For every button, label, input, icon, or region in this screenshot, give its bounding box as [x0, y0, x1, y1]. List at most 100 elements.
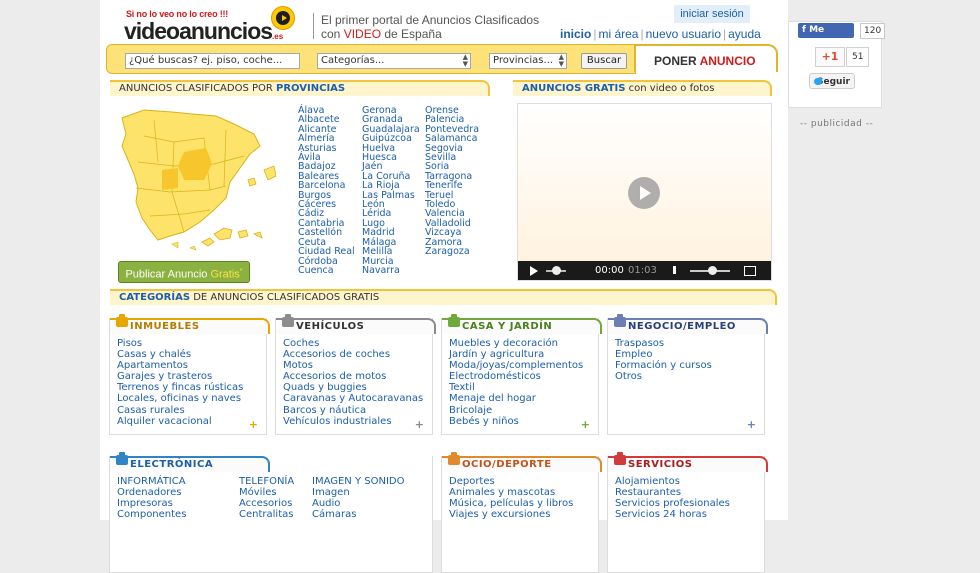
- category-link[interactable]: Textil: [449, 382, 475, 393]
- province-link[interactable]: Cuenca: [298, 265, 334, 276]
- nav-ayuda[interactable]: ayuda: [728, 27, 761, 41]
- category-link[interactable]: Empleo: [615, 349, 652, 360]
- category-link[interactable]: IMAGEN Y SONIDO: [312, 476, 404, 487]
- site-logo[interactable]: videoanuncios.es: [124, 18, 283, 45]
- category-link[interactable]: Garajes y trasteros: [117, 371, 212, 382]
- seek-knob[interactable]: [552, 266, 561, 275]
- facebook-like-count: 120: [860, 23, 886, 39]
- category-link[interactable]: Viajes y excursiones: [449, 509, 550, 520]
- category-link[interactable]: Música, películas y libros: [449, 498, 573, 509]
- category-link[interactable]: Quads y buggies: [283, 382, 367, 393]
- category-link[interactable]: Cámaras: [312, 509, 356, 520]
- category-link[interactable]: Deportes: [449, 476, 495, 487]
- category-title[interactable]: INMUEBLES: [110, 318, 270, 334]
- category-link[interactable]: Imagen: [312, 487, 350, 498]
- province-link[interactable]: Zaragoza: [425, 246, 470, 257]
- category-link[interactable]: Centralitas: [239, 509, 293, 520]
- category-link[interactable]: Impresoras: [117, 498, 173, 509]
- categories-title: CATEGORÍAS DE ANUNCIOS CLASIFICADOS GRAT…: [110, 289, 777, 305]
- search-input[interactable]: ¿Qué buscas? ej. piso, coche...: [125, 53, 300, 69]
- category-link[interactable]: TELEFONÍA: [239, 476, 294, 487]
- category-link[interactable]: Ordenadores: [117, 487, 182, 498]
- play-button-icon[interactable]: [530, 266, 538, 276]
- category-link[interactable]: Animales y mascotas: [449, 487, 555, 498]
- ipod-icon: [116, 452, 128, 465]
- category-link[interactable]: Componentes: [117, 509, 186, 520]
- volume-icon[interactable]: [673, 266, 684, 274]
- category-link[interactable]: Formación y cursos: [615, 360, 712, 371]
- category-select[interactable]: Categorías... ▲ ▼: [317, 53, 471, 69]
- video-player[interactable]: 00:00 01:03: [517, 103, 772, 281]
- category-link[interactable]: Servicios profesionales: [615, 498, 730, 509]
- category-links: Traspasos Empleo Formación y cursos Otros: [615, 338, 712, 382]
- nav-inicio[interactable]: inicio: [560, 27, 591, 41]
- category-link[interactable]: Traspasos: [615, 338, 664, 349]
- category-link[interactable]: Servicios 24 horas: [615, 509, 707, 520]
- category-link[interactable]: Motos: [283, 360, 313, 371]
- video-controls: 00:00 01:03: [518, 261, 771, 280]
- publish-free-ad-button[interactable]: Publicar Anuncio Gratis*: [118, 261, 250, 283]
- category-link[interactable]: Audio: [312, 498, 340, 509]
- category-link[interactable]: Coches: [283, 338, 319, 349]
- category-links: Pisos Casas y chalés Apartamentos Garajes y…: [117, 338, 243, 427]
- category-links: INFORMÁTICA Ordenadores Impresoras Componen…: [117, 476, 186, 520]
- play-icon[interactable]: [628, 177, 660, 209]
- more-icon[interactable]: +: [415, 418, 424, 431]
- category-title[interactable]: ELECTRÓNICA: [110, 456, 270, 472]
- category-link[interactable]: Casas y chalés: [117, 349, 191, 360]
- category-link[interactable]: Menaje del hogar: [449, 393, 536, 404]
- volume-knob[interactable]: [708, 266, 717, 275]
- category-link[interactable]: Accesorios de motos: [283, 371, 386, 382]
- category-link[interactable]: Accesorios: [239, 498, 292, 509]
- category-box: CASA Y JARDÍN Muebles y decoración Jardín …: [441, 314, 602, 435]
- category-box: SERVICIOS Alojamientos Restaurantes Servici…: [607, 452, 768, 573]
- category-title[interactable]: OCIO/DEPORTE: [442, 456, 602, 472]
- header-slogan: El primer portal de Anuncios Clasificado…: [321, 13, 539, 41]
- category-link[interactable]: Vehículos industriales: [283, 416, 392, 427]
- category-title[interactable]: CASA Y JARDÍN: [442, 318, 602, 334]
- province-select[interactable]: Provincias... ▲ ▼: [489, 53, 567, 69]
- spain-map-icon[interactable]: [114, 106, 276, 256]
- province-link[interactable]: Navarra: [362, 265, 400, 276]
- category-link[interactable]: Locales, oficinas y naves: [117, 393, 241, 404]
- google-plus-count: 51: [846, 47, 870, 67]
- category-links: TELEFONÍA Móviles Accesorios Centralitas: [239, 476, 294, 520]
- twitter-follow-button[interactable]: Seguir: [809, 73, 855, 89]
- nav-mi-area[interactable]: mi área: [598, 27, 638, 41]
- category-link[interactable]: Bricolaje: [449, 405, 492, 416]
- category-title[interactable]: VEHÍCULOS: [276, 318, 436, 334]
- category-link[interactable]: Casas rurales: [117, 405, 185, 416]
- category-link[interactable]: Terrenos y fincas rústicas: [117, 382, 243, 393]
- category-link[interactable]: Jardín y agricultura: [449, 349, 544, 360]
- category-link[interactable]: Moda/joyas/complementos: [449, 360, 583, 371]
- category-link[interactable]: Electrodomésticos: [449, 371, 541, 382]
- login-button[interactable]: iniciar sesión: [674, 5, 750, 23]
- fullscreen-icon[interactable]: [744, 266, 756, 276]
- category-link[interactable]: Pisos: [117, 338, 142, 349]
- category-title[interactable]: NEGOCIO/EMPLEO: [608, 318, 768, 334]
- category-links: Muebles y decoración Jardín y agricultura…: [449, 338, 583, 427]
- more-icon[interactable]: +: [249, 418, 258, 431]
- nav-nuevo-usuario[interactable]: nuevo usuario: [646, 27, 721, 41]
- category-link[interactable]: Apartamentos: [117, 360, 188, 371]
- category-link[interactable]: Alquiler vacacional: [117, 416, 212, 427]
- category-link[interactable]: Alojamientos: [615, 476, 680, 487]
- category-link[interactable]: Muebles y decoración: [449, 338, 558, 349]
- category-link[interactable]: Bebés y niños: [449, 416, 519, 427]
- more-icon[interactable]: +: [581, 418, 590, 431]
- category-link[interactable]: INFORMÁTICA: [117, 476, 186, 487]
- category-link[interactable]: Caravanas y Autocaravanas: [283, 393, 423, 404]
- more-icon[interactable]: +: [747, 418, 756, 431]
- category-box: ELECTRÓNICA INFORMÁTICA Ordenadores Impreso…: [109, 452, 433, 573]
- category-link[interactable]: Otros: [615, 371, 642, 382]
- category-link[interactable]: Accesorios de coches: [283, 349, 390, 360]
- category-link[interactable]: Barcos y náutica: [283, 405, 366, 416]
- category-title[interactable]: SERVICIOS: [608, 456, 768, 472]
- search-button[interactable]: Buscar: [581, 53, 627, 69]
- google-plus-button[interactable]: +1: [815, 47, 845, 67]
- category-link[interactable]: Restaurantes: [615, 487, 681, 498]
- post-ad-button[interactable]: PONER ANUNCIO: [634, 44, 778, 72]
- facebook-like-button[interactable]: f Me gusta: [798, 23, 854, 50]
- category-link[interactable]: Móviles: [239, 487, 277, 498]
- header-divider: [313, 13, 314, 39]
